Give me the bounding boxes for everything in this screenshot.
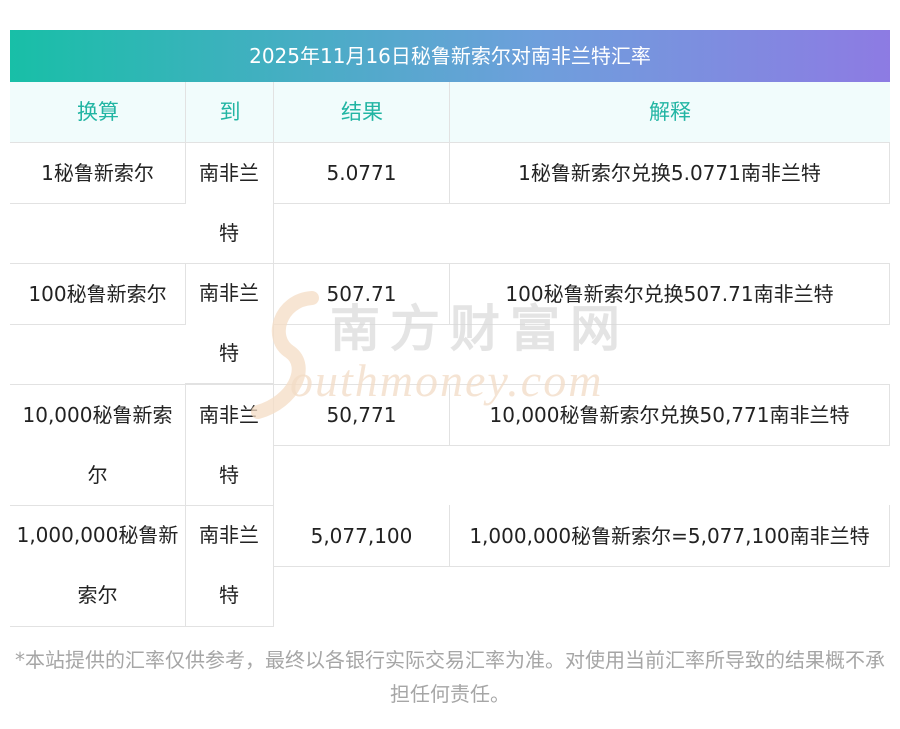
table-row-result: 5,077,100 xyxy=(273,505,450,567)
header-convert: 换算 xyxy=(10,82,186,142)
table-row-from: 1秘鲁新索尔 xyxy=(10,142,186,204)
to-currency-line2: 特 xyxy=(219,463,239,487)
from-amount: 100秘鲁新索尔 xyxy=(28,282,167,306)
table-row-from: 10,000秘鲁新索 尔 xyxy=(10,384,186,506)
table-row-result: 50,771 xyxy=(273,384,450,446)
header-explain: 解释 xyxy=(449,82,890,142)
table-row-to: 南非兰 特 xyxy=(185,263,274,384)
disclaimer-footnote: *本站提供的汇率仅供参考，最终以各银行实际交易汇率为准。对使用当前汇率所导致的结… xyxy=(15,648,885,706)
table-row-from: 1,000,000秘鲁新 索尔 xyxy=(10,505,186,627)
from-amount-line2: 尔 xyxy=(87,463,108,487)
from-amount-line1: 1,000,000秘鲁新 xyxy=(16,523,179,547)
from-amount-line2: 索尔 xyxy=(77,583,118,607)
to-currency-line1: 南非兰 xyxy=(199,281,259,305)
to-currency-line1: 南非兰 xyxy=(199,523,259,547)
table-row-from: 100秘鲁新索尔 xyxy=(10,263,186,325)
table-row-explain: 100秘鲁新索尔兑换507.71南非兰特 xyxy=(449,263,890,325)
from-amount: 1秘鲁新索尔 xyxy=(41,161,154,185)
table-row-explain: 1,000,000秘鲁新索尔=5,077,100南非兰特 xyxy=(449,505,890,567)
to-currency-line2: 特 xyxy=(219,221,239,245)
from-amount-line1: 10,000秘鲁新索 xyxy=(22,403,173,427)
to-currency-line1: 南非兰 xyxy=(199,161,259,185)
header-to: 到 xyxy=(185,82,274,142)
header-result: 结果 xyxy=(273,82,450,142)
table-row-result: 507.71 xyxy=(273,263,450,325)
table-row-to: 南非兰 特 xyxy=(185,142,274,264)
exchange-rate-table: 换算 到 结果 解释 1秘鲁新索尔 南非兰 特 5.0771 1秘鲁新索尔兑换5… xyxy=(10,82,890,627)
table-title: 2025年11月16日秘鲁新索尔对南非兰特汇率 xyxy=(10,30,890,82)
to-currency-line2: 特 xyxy=(219,583,239,607)
table-row-to: 南非兰 特 xyxy=(185,505,274,627)
table-row-result: 5.0771 xyxy=(273,142,450,204)
table-row-to: 南非兰 特 xyxy=(185,384,274,506)
table-row-explain: 1秘鲁新索尔兑换5.0771南非兰特 xyxy=(449,142,890,204)
to-currency-line1: 南非兰 xyxy=(199,403,259,427)
table-row-explain: 10,000秘鲁新索尔兑换50,771南非兰特 xyxy=(449,384,890,446)
to-currency-line2: 特 xyxy=(219,341,239,365)
